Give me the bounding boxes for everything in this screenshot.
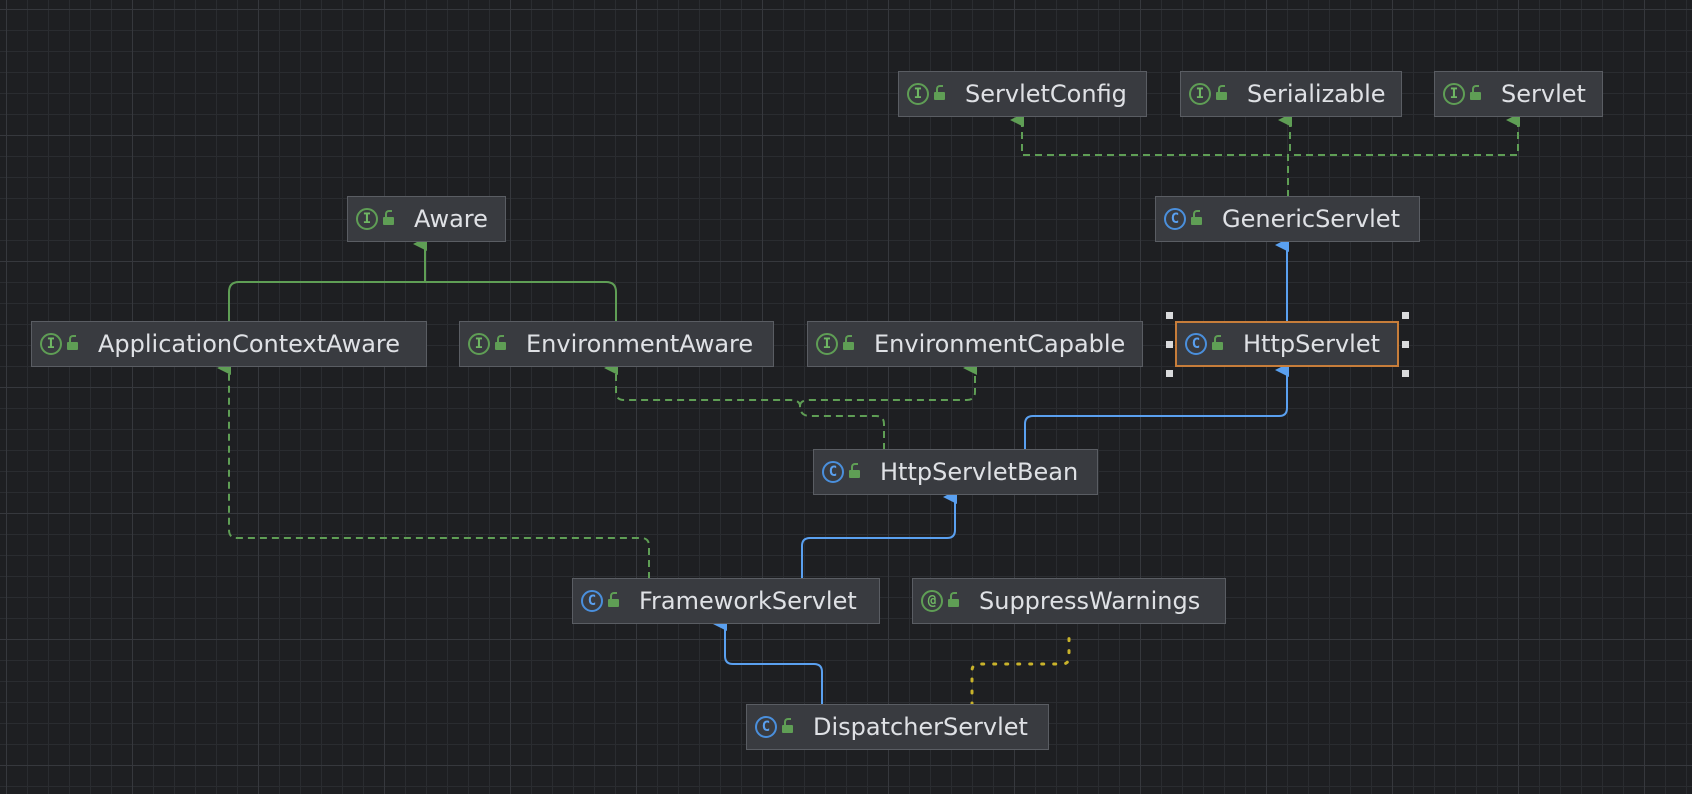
lock-icon bbox=[1216, 85, 1229, 100]
node-environmentaware[interactable]: I EnvironmentAware bbox=[459, 321, 774, 367]
lock-icon bbox=[934, 85, 947, 100]
node-servlet[interactable]: I Servlet bbox=[1434, 71, 1603, 117]
node-label: FrameworkServlet bbox=[639, 587, 857, 615]
resize-handle-mid-right[interactable] bbox=[1402, 341, 1409, 348]
edge-frameworkservlet-httpservletbean bbox=[801, 490, 957, 579]
interface-icon: I bbox=[1189, 83, 1211, 105]
node-label: GenericServlet bbox=[1222, 205, 1400, 233]
lock-icon bbox=[495, 335, 508, 350]
node-genericservlet[interactable]: C GenericServlet bbox=[1155, 196, 1420, 242]
interface-icon: I bbox=[40, 333, 62, 355]
lock-icon bbox=[849, 463, 862, 478]
node-label: Servlet bbox=[1501, 80, 1586, 108]
node-label: Aware bbox=[414, 205, 488, 233]
resize-handle-top-left[interactable] bbox=[1166, 312, 1173, 319]
interface-icon: I bbox=[356, 208, 378, 230]
class-icon: C bbox=[822, 461, 844, 483]
node-label: EnvironmentAware bbox=[526, 330, 754, 358]
node-label: SuppressWarnings bbox=[979, 587, 1201, 615]
node-label: HttpServletBean bbox=[880, 458, 1079, 486]
node-frameworkservlet[interactable]: C FrameworkServlet bbox=[572, 578, 880, 624]
edge-dispatcherservlet-frameworkservlet bbox=[713, 617, 823, 705]
interface-icon: I bbox=[468, 333, 490, 355]
edge-httpservletbean-environmentaware bbox=[604, 361, 885, 450]
interface-icon: I bbox=[816, 333, 838, 355]
resize-handle-bottom-left[interactable] bbox=[1166, 370, 1173, 377]
class-icon: C bbox=[755, 716, 777, 738]
edges-layer bbox=[217, 113, 1520, 707]
lock-icon bbox=[1191, 210, 1204, 225]
node-suppresswarnings[interactable]: @ SuppressWarnings bbox=[912, 578, 1226, 624]
edge-frameworkservlet-applicationcontextaware bbox=[217, 361, 650, 579]
node-label: Serializable bbox=[1247, 80, 1386, 108]
interface-icon: I bbox=[1443, 83, 1465, 105]
node-serializable[interactable]: I Serializable bbox=[1180, 71, 1402, 117]
lock-icon bbox=[608, 592, 621, 607]
edge-httpservletbean-httpservlet bbox=[1024, 363, 1289, 450]
resize-handle-bottom-right[interactable] bbox=[1402, 370, 1409, 377]
lock-icon bbox=[1212, 335, 1225, 350]
node-label: ServletConfig bbox=[965, 80, 1127, 108]
class-icon: C bbox=[581, 590, 603, 612]
diagram-canvas[interactable]: I ServletConfig I Serializable I Servlet… bbox=[0, 0, 1692, 794]
lock-icon bbox=[1470, 85, 1483, 100]
annotation-icon: @ bbox=[921, 590, 943, 612]
edge-environmentaware-aware bbox=[425, 281, 617, 322]
node-label: HttpServlet bbox=[1243, 330, 1381, 358]
node-httpservletbean[interactable]: C HttpServletBean bbox=[813, 449, 1098, 495]
interface-icon: I bbox=[907, 83, 929, 105]
node-applicationcontextaware[interactable]: I ApplicationContextAware bbox=[31, 321, 427, 367]
lock-icon bbox=[948, 592, 961, 607]
node-label: DispatcherServlet bbox=[813, 713, 1028, 741]
edge-applicationcontextaware-aware bbox=[228, 237, 427, 322]
class-icon: C bbox=[1164, 208, 1186, 230]
resize-handle-top-right[interactable] bbox=[1402, 312, 1409, 319]
node-label: ApplicationContextAware bbox=[98, 330, 401, 358]
edge-genericservlet-servlet bbox=[1287, 113, 1520, 197]
edge-genericservlet-servletconfig bbox=[1010, 113, 1289, 197]
lock-icon bbox=[383, 210, 396, 225]
edge-dispatcherservlet-suppresswarnings bbox=[970, 628, 1071, 707]
lock-icon bbox=[67, 335, 80, 350]
node-servletconfig[interactable]: I ServletConfig bbox=[898, 71, 1147, 117]
edge-httpservletbean-environmentcapable bbox=[799, 361, 977, 407]
node-label: EnvironmentCapable bbox=[874, 330, 1126, 358]
lock-icon bbox=[843, 335, 856, 350]
node-dispatcherservlet[interactable]: C DispatcherServlet bbox=[746, 704, 1049, 750]
class-icon: C bbox=[1185, 333, 1207, 355]
node-environmentcapable[interactable]: I EnvironmentCapable bbox=[807, 321, 1143, 367]
lock-icon bbox=[782, 718, 795, 733]
node-httpservlet[interactable]: C HttpServlet bbox=[1175, 321, 1399, 367]
resize-handle-mid-left[interactable] bbox=[1166, 341, 1173, 348]
node-aware[interactable]: I Aware bbox=[347, 196, 506, 242]
